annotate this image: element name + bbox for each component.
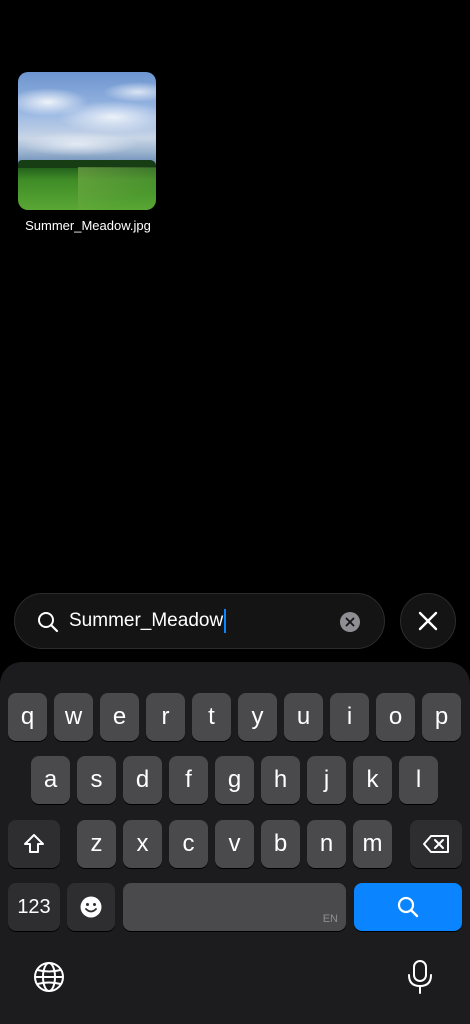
keyboard-language-label: EN xyxy=(322,913,338,925)
key-k[interactable]: k xyxy=(353,756,392,804)
key-e[interactable]: e xyxy=(100,693,139,741)
key-z[interactable]: z xyxy=(77,820,116,868)
emoji-key[interactable] xyxy=(67,883,115,931)
key-s[interactable]: s xyxy=(77,756,116,804)
key-d[interactable]: d xyxy=(123,756,162,804)
key-l[interactable]: l xyxy=(399,756,438,804)
microphone-icon[interactable] xyxy=(406,959,434,995)
key-o[interactable]: o xyxy=(376,693,415,741)
search-field[interactable]: Summer_Meadow xyxy=(14,593,385,649)
search-key[interactable] xyxy=(354,883,462,931)
key-b[interactable]: b xyxy=(261,820,300,868)
key-u[interactable]: u xyxy=(284,693,323,741)
key-q[interactable]: q xyxy=(8,693,47,741)
numbers-key[interactable]: 123 xyxy=(8,883,60,931)
key-m[interactable]: m xyxy=(353,820,392,868)
clear-icon xyxy=(345,617,355,627)
shift-key[interactable] xyxy=(8,820,60,868)
file-item[interactable]: Summer_Meadow.jpg xyxy=(18,72,158,233)
search-icon xyxy=(397,896,419,918)
text-caret xyxy=(224,609,227,633)
key-j[interactable]: j xyxy=(307,756,346,804)
key-f[interactable]: f xyxy=(169,756,208,804)
globe-icon[interactable] xyxy=(33,961,65,993)
search-query: Summer_Meadow xyxy=(69,610,224,631)
file-name: Summer_Meadow.jpg xyxy=(25,218,151,233)
key-t[interactable]: t xyxy=(192,693,231,741)
clear-search-button[interactable] xyxy=(340,612,360,632)
key-r[interactable]: r xyxy=(146,693,185,741)
key-p[interactable]: p xyxy=(422,693,461,741)
keyboard: q w e r t y u i o p a s d f g h j k l z … xyxy=(0,662,470,1024)
key-n[interactable]: n xyxy=(307,820,346,868)
key-g[interactable]: g xyxy=(215,756,254,804)
shift-icon xyxy=(24,834,44,853)
emoji-icon xyxy=(80,896,102,918)
space-key[interactable]: EN xyxy=(123,883,346,931)
file-thumbnail[interactable] xyxy=(18,72,156,210)
key-c[interactable]: c xyxy=(169,820,208,868)
key-v[interactable]: v xyxy=(215,820,254,868)
backspace-icon xyxy=(423,835,449,853)
close-search-button[interactable] xyxy=(400,593,456,649)
key-x[interactable]: x xyxy=(123,820,162,868)
delete-key[interactable] xyxy=(410,820,462,868)
key-i[interactable]: i xyxy=(330,693,369,741)
search-icon xyxy=(38,612,59,633)
close-icon xyxy=(418,611,438,631)
key-h[interactable]: h xyxy=(261,756,300,804)
key-w[interactable]: w xyxy=(54,693,93,741)
key-y[interactable]: y xyxy=(238,693,277,741)
key-a[interactable]: a xyxy=(31,756,70,804)
search-input[interactable]: Summer_Meadow xyxy=(69,609,227,633)
